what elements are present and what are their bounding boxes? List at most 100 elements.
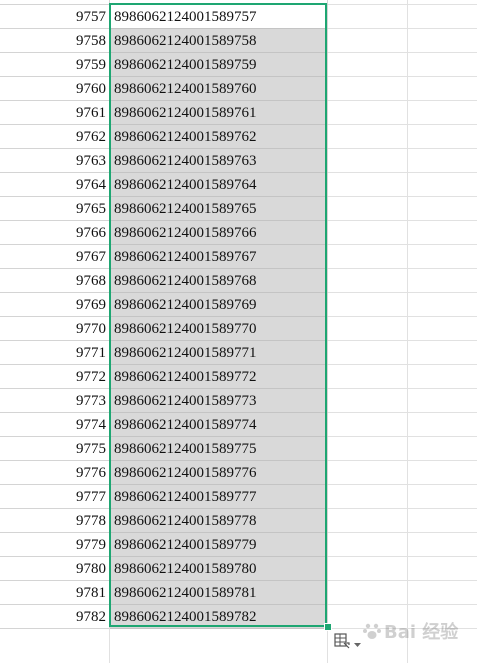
cell-row-number[interactable]: 9760 — [0, 77, 110, 101]
cell-row-number[interactable]: 9768 — [0, 269, 110, 293]
cell-row-number[interactable]: 9781 — [0, 581, 110, 605]
empty-cell[interactable] — [328, 485, 408, 509]
cell-value[interactable]: 8986062124001589763 — [110, 149, 328, 173]
empty-cell[interactable] — [408, 365, 477, 389]
empty-cell[interactable] — [408, 125, 477, 149]
cell-row-number[interactable]: 9777 — [0, 485, 110, 509]
cell-value[interactable]: 8986062124001589759 — [110, 53, 328, 77]
cell-row-number[interactable]: 9778 — [0, 509, 110, 533]
active-cell[interactable]: 8986062124001589757 — [110, 5, 328, 29]
empty-cell[interactable] — [328, 557, 408, 581]
cell-value[interactable]: 8986062124001589780 — [110, 557, 328, 581]
empty-cell[interactable] — [328, 173, 408, 197]
empty-cell[interactable] — [328, 437, 408, 461]
cell-row-number[interactable]: 9776 — [0, 461, 110, 485]
empty-cell[interactable] — [328, 581, 408, 605]
cell-row-number[interactable]: 9766 — [0, 221, 110, 245]
cell-row-number[interactable]: 9774 — [0, 413, 110, 437]
auto-fill-options-button[interactable] — [331, 632, 365, 656]
cell-row-number[interactable]: 9763 — [0, 149, 110, 173]
empty-cell[interactable] — [328, 221, 408, 245]
cell-row-number[interactable]: 9758 — [0, 29, 110, 53]
empty-cell[interactable] — [328, 77, 408, 101]
cell-row-number[interactable]: 9757 — [0, 5, 110, 29]
empty-cell[interactable] — [328, 29, 408, 53]
empty-cell[interactable] — [408, 101, 477, 125]
cell-value[interactable]: 8986062124001589764 — [110, 173, 328, 197]
empty-cell[interactable] — [328, 125, 408, 149]
empty-cell[interactable] — [328, 293, 408, 317]
cell-value[interactable]: 8986062124001589782 — [110, 605, 328, 629]
empty-cell[interactable] — [408, 197, 477, 221]
empty-cell[interactable] — [328, 365, 408, 389]
cell-value[interactable]: 8986062124001589771 — [110, 341, 328, 365]
empty-cell[interactable] — [408, 293, 477, 317]
empty-cell[interactable] — [328, 533, 408, 557]
cell-row-number[interactable]: 9782 — [0, 605, 110, 629]
cell-row-number[interactable]: 9765 — [0, 197, 110, 221]
empty-cell[interactable] — [408, 341, 477, 365]
empty-cell[interactable] — [0, 628, 110, 663]
cell-value[interactable]: 8986062124001589778 — [110, 509, 328, 533]
empty-cell[interactable] — [408, 437, 477, 461]
cell-row-number[interactable]: 9775 — [0, 437, 110, 461]
empty-cell[interactable] — [408, 245, 477, 269]
empty-cell[interactable] — [328, 101, 408, 125]
cell-row-number[interactable]: 9759 — [0, 53, 110, 77]
empty-cell[interactable] — [408, 389, 477, 413]
empty-cell[interactable] — [408, 53, 477, 77]
cell-row-number[interactable]: 9779 — [0, 533, 110, 557]
cell-value[interactable]: 8986062124001589758 — [110, 29, 328, 53]
empty-cell[interactable] — [408, 557, 477, 581]
empty-cell[interactable] — [328, 5, 408, 29]
empty-cell[interactable] — [408, 317, 477, 341]
cell-value[interactable]: 8986062124001589776 — [110, 461, 328, 485]
cell-row-number[interactable]: 9769 — [0, 293, 110, 317]
empty-cell[interactable] — [328, 413, 408, 437]
cell-value[interactable]: 8986062124001589779 — [110, 533, 328, 557]
cell-value[interactable]: 8986062124001589777 — [110, 485, 328, 509]
cell-value[interactable]: 8986062124001589768 — [110, 269, 328, 293]
cell-value[interactable]: 8986062124001589760 — [110, 77, 328, 101]
empty-cell[interactable] — [408, 149, 477, 173]
cell-value[interactable]: 8986062124001589769 — [110, 293, 328, 317]
cell-value[interactable]: 8986062124001589761 — [110, 101, 328, 125]
cell-value[interactable]: 8986062124001589781 — [110, 581, 328, 605]
cell-value[interactable]: 8986062124001589766 — [110, 221, 328, 245]
cell-row-number[interactable]: 9773 — [0, 389, 110, 413]
cell-row-number[interactable]: 9764 — [0, 173, 110, 197]
cell-value[interactable]: 8986062124001589765 — [110, 197, 328, 221]
empty-cell[interactable] — [408, 173, 477, 197]
empty-cell[interactable] — [328, 245, 408, 269]
cell-value[interactable]: 8986062124001589773 — [110, 389, 328, 413]
cell-value[interactable]: 8986062124001589770 — [110, 317, 328, 341]
cell-row-number[interactable]: 9770 — [0, 317, 110, 341]
empty-cell[interactable] — [408, 509, 477, 533]
empty-cell[interactable] — [328, 269, 408, 293]
empty-cell[interactable] — [408, 461, 477, 485]
empty-cell[interactable] — [408, 269, 477, 293]
empty-cell[interactable] — [328, 53, 408, 77]
empty-cell[interactable] — [328, 197, 408, 221]
empty-cell[interactable] — [328, 389, 408, 413]
fill-handle[interactable] — [324, 623, 332, 631]
empty-cell[interactable] — [408, 413, 477, 437]
cell-value[interactable]: 8986062124001589772 — [110, 365, 328, 389]
empty-cell[interactable] — [328, 509, 408, 533]
cell-row-number[interactable]: 9767 — [0, 245, 110, 269]
cell-value[interactable]: 8986062124001589774 — [110, 413, 328, 437]
empty-cell[interactable] — [328, 341, 408, 365]
empty-cell[interactable] — [408, 77, 477, 101]
cell-row-number[interactable]: 9780 — [0, 557, 110, 581]
cell-value[interactable]: 8986062124001589775 — [110, 437, 328, 461]
cell-row-number[interactable]: 9762 — [0, 125, 110, 149]
empty-cell[interactable] — [328, 461, 408, 485]
empty-cell[interactable] — [408, 5, 477, 29]
empty-cell[interactable] — [328, 317, 408, 341]
cell-row-number[interactable]: 9771 — [0, 341, 110, 365]
cell-value[interactable]: 8986062124001589767 — [110, 245, 328, 269]
cell-row-number[interactable]: 9761 — [0, 101, 110, 125]
cell-row-number[interactable]: 9772 — [0, 365, 110, 389]
cell-value[interactable]: 8986062124001589762 — [110, 125, 328, 149]
empty-cell[interactable] — [408, 485, 477, 509]
